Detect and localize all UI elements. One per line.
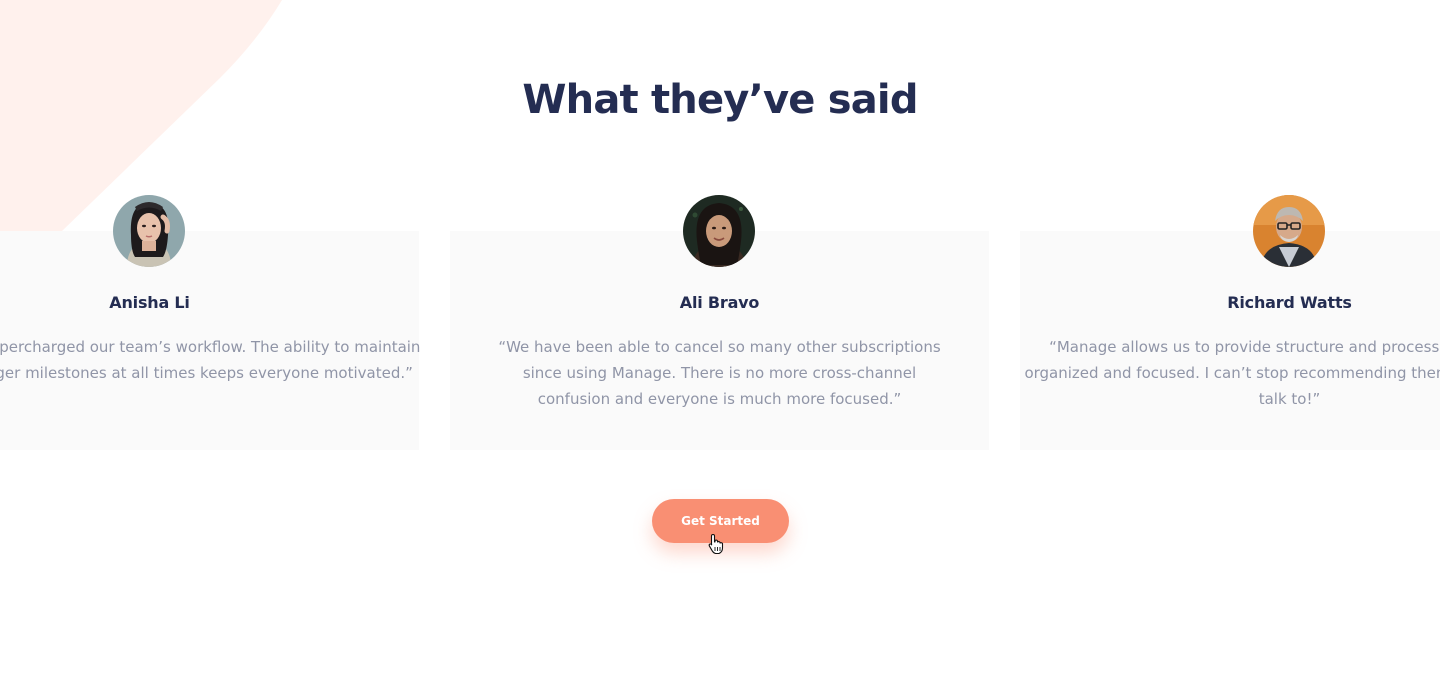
testimonial-author-name: Richard Watts [1227,293,1352,312]
testimonials-section: What they’ve said Anisha Li “Manage has … [0,0,1440,691]
testimonial-quote: “We have been able to cancel so many oth… [498,338,941,408]
testimonial-card: Anisha Li “Manage has supercharged our t… [0,195,420,450]
avatar-anisha-li [113,195,185,267]
testimonial-quote: “Manage has supercharged our team’s work… [0,338,421,382]
testimonial-card: Richard Watts “Manage allows us to provi… [1020,195,1440,450]
testimonial-author-name: Anisha Li [109,293,190,312]
pointer-hand-icon [708,533,724,555]
avatar-ali-bravo [683,195,755,267]
testimonial-author-name: Ali Bravo [679,293,760,312]
testimonial-card: Ali Bravo “We have been able to cancel s… [450,195,989,450]
testimonial-quote: “Manage allows us to provide structure a… [1024,338,1440,408]
section-title: What they’ve said [522,77,918,123]
avatar-richard-watts [1253,195,1325,267]
